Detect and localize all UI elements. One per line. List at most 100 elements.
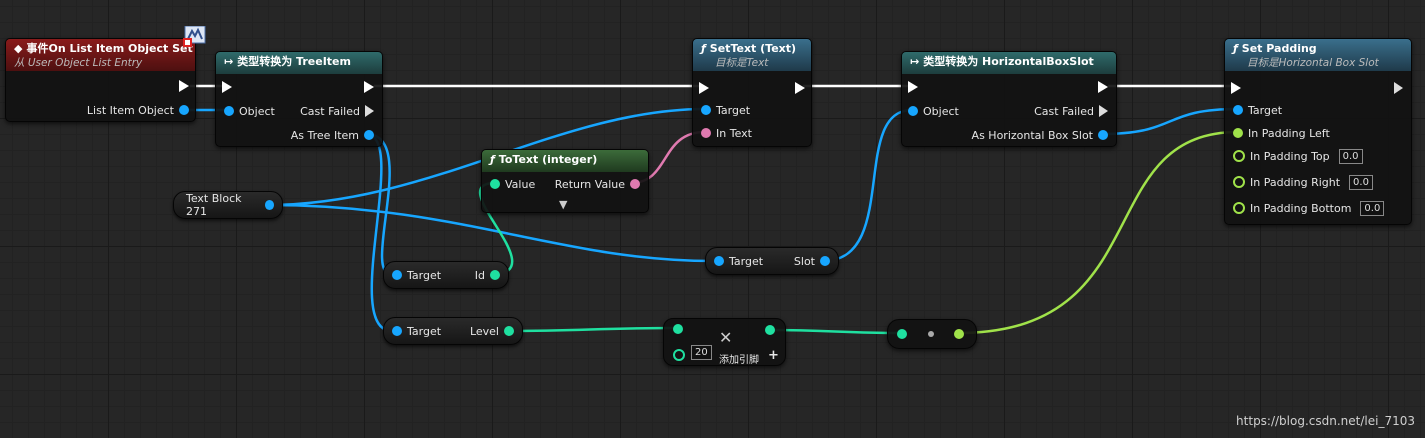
wire-convert-to-padding-left: [957, 130, 1239, 335]
set-padding-exec-in[interactable]: [1231, 79, 1241, 97]
in-padding-bottom-pin[interactable]: In Padding Bottom 0.0: [1233, 199, 1385, 217]
settext-target-pin[interactable]: Target: [701, 101, 755, 119]
object-pin-dot: [179, 105, 189, 115]
event-node-subtitle: 从 User Object List Entry: [14, 57, 143, 69]
exec-in-icon: [1231, 82, 1241, 94]
settext-target-label: Target: [716, 103, 751, 117]
expand-arrow-icon[interactable]: ▼: [559, 195, 567, 213]
cast-arrow-icon: ↦: [910, 55, 920, 68]
object-pin-dot: [714, 256, 724, 266]
totext-return-pin[interactable]: Return Value: [550, 175, 640, 193]
set-padding-subtitle: 目标是Horizontal Box Slot: [1247, 57, 1379, 69]
in-padding-right-label: In Padding Right: [1250, 175, 1341, 189]
object-pin-dot: [364, 130, 374, 140]
set-padding-target-pin[interactable]: Target: [1233, 101, 1287, 119]
exec-out-icon: [179, 80, 189, 92]
totext-value-pin[interactable]: Value: [490, 175, 540, 193]
settext-exec-in[interactable]: [699, 79, 709, 97]
settext-header: ƒ SetText (Text) 目标是Text: [693, 39, 811, 71]
multiply-output-pin[interactable]: [765, 325, 775, 335]
as-horizontal-box-slot-pin[interactable]: As Horizontal Box Slot: [967, 126, 1108, 144]
get-id-out-label: Id: [474, 268, 485, 282]
convert-dot-icon: [928, 331, 934, 337]
totext-return-label: Return Value: [554, 177, 625, 191]
text-block-271-variable[interactable]: Text Block 271: [173, 191, 283, 219]
set-padding-target-label: Target: [1248, 103, 1283, 117]
cast-hbox-failed-label: Cast Failed: [1034, 104, 1094, 118]
cast-treeitem-exec-out[interactable]: [364, 78, 374, 96]
int-to-float-convert-node[interactable]: [887, 319, 977, 349]
list-item-object-pin[interactable]: List Item Object: [82, 101, 189, 119]
object-pin-dot: [820, 256, 830, 266]
get-slot-out-label: Slot: [793, 254, 815, 268]
wire-slot-to-cast: [822, 108, 913, 263]
exec-out-hollow-icon: [365, 105, 374, 117]
convert-output-pin[interactable]: [954, 329, 964, 339]
in-padding-left-pin[interactable]: In Padding Left: [1233, 124, 1335, 142]
cast-hbox-object-pin[interactable]: Object: [908, 102, 964, 120]
cast-hbox-object-label: Object: [923, 104, 959, 118]
object-pin-dot: [264, 200, 274, 210]
multiply-icon: ✕: [719, 328, 733, 347]
event-exec-out-pin[interactable]: [179, 77, 189, 95]
set-padding-exec-out[interactable]: [1394, 79, 1403, 97]
text-block-271-label: Text Block 271: [186, 192, 242, 218]
function-icon: ƒ: [1233, 42, 1238, 55]
multiply-input-a-pin[interactable]: [673, 324, 683, 334]
totext-value-label: Value: [505, 177, 536, 191]
in-padding-right-pin[interactable]: In Padding Right 0.0: [1233, 173, 1373, 191]
totext-integer-node[interactable]: ƒ ToText (integer) Value Return Value ▼: [481, 149, 649, 213]
object-pin-dot: [224, 106, 234, 116]
get-slot-node[interactable]: Target Slot: [705, 247, 839, 275]
settext-intext-pin[interactable]: In Text: [701, 124, 757, 142]
multiply-value-field[interactable]: 20: [691, 345, 712, 360]
in-padding-top-pin[interactable]: In Padding Top 0.0: [1233, 147, 1363, 165]
settext-subtitle: 目标是Text: [715, 57, 769, 69]
multiply-input-b-pin[interactable]: [673, 349, 685, 361]
cast-to-treeitem-node[interactable]: ↦ 类型转换为 TreeItem Object Cast Failed As Tr…: [215, 51, 383, 147]
multiply-node[interactable]: ✕ 20 添加引脚 +: [663, 318, 786, 366]
get-id-target-label: Target: [407, 268, 442, 282]
exec-out-icon: [364, 81, 374, 93]
exec-out-hollow-icon: [1394, 82, 1403, 94]
get-level-out-label: Level: [469, 324, 499, 338]
object-pin-dot: [392, 326, 402, 336]
get-id-node[interactable]: Target Id: [383, 261, 509, 289]
cast-treeitem-failed-pin[interactable]: Cast Failed: [295, 102, 374, 120]
event-diamond-icon: ◆: [14, 42, 23, 55]
settext-node[interactable]: ƒ SetText (Text) 目标是Text Target In Text: [692, 38, 812, 147]
object-pin-dot: [908, 106, 918, 116]
as-tree-item-label: As Tree Item: [290, 128, 359, 142]
cast-treeitem-object-pin[interactable]: Object: [224, 102, 280, 120]
get-slot-target-label: Target: [729, 254, 764, 268]
cast-treeitem-exec-in[interactable]: [222, 78, 232, 96]
cast-treeitem-object-label: Object: [239, 104, 275, 118]
in-padding-bottom-field[interactable]: 0.0: [1360, 200, 1385, 216]
set-padding-node[interactable]: ƒ Set Padding 目标是Horizontal Box Slot Targ…: [1224, 38, 1412, 225]
get-level-node[interactable]: Target Level: [383, 317, 523, 345]
integer-pin-dot: [490, 270, 500, 280]
event-node-on-list-item-object-set[interactable]: ◆ 事件On List Item Object Set 从 User Object…: [5, 38, 196, 122]
cast-hbox-exec-in[interactable]: [908, 78, 918, 96]
convert-input-pin[interactable]: [897, 329, 907, 339]
add-pin-label[interactable]: 添加引脚: [719, 351, 759, 366]
watermark: https://blog.csdn.net/lei_7103: [1236, 414, 1415, 428]
as-tree-item-pin[interactable]: As Tree Item: [286, 126, 374, 144]
add-pin-plus-icon[interactable]: +: [768, 348, 779, 363]
cast-hbox-exec-out[interactable]: [1098, 78, 1108, 96]
in-padding-top-field[interactable]: 0.0: [1338, 148, 1363, 164]
integer-pin-dot: [490, 179, 500, 189]
float-pin-ring: [1233, 150, 1245, 162]
list-item-object-label: List Item Object: [86, 103, 174, 117]
exec-out-icon: [795, 82, 805, 94]
integer-pin-dot: [504, 326, 514, 336]
cast-hbox-failed-pin[interactable]: Cast Failed: [1029, 102, 1108, 120]
exec-out-icon: [1098, 81, 1108, 93]
settext-exec-out[interactable]: [795, 79, 805, 97]
cast-to-horizontalboxslot-node[interactable]: ↦ 类型转换为 HorizontalBoxSlot Object Cast Fai…: [901, 51, 1117, 147]
in-padding-right-field[interactable]: 0.0: [1349, 174, 1373, 190]
set-padding-header: ƒ Set Padding 目标是Horizontal Box Slot: [1225, 39, 1411, 71]
settext-intext-label: In Text: [716, 126, 752, 140]
in-padding-bottom-label: In Padding Bottom: [1250, 201, 1352, 215]
cast-treeitem-failed-label: Cast Failed: [300, 104, 360, 118]
